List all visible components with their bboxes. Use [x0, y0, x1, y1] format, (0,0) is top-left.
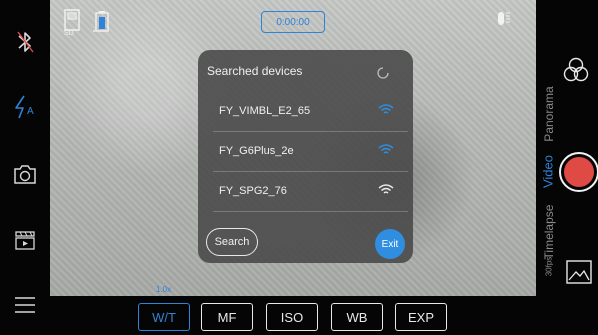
- flash-auto-icon: A: [13, 94, 37, 120]
- device-item[interactable]: FY_VIMBL_E2_65: [213, 92, 408, 132]
- right-sidebar: Panorama Video Timelapse 30fps: [536, 0, 598, 335]
- camera-app: SD 0:00:00 A Panorama Video Timelapse 30…: [0, 0, 598, 335]
- gallery-playback-icon: [13, 228, 37, 252]
- wifi-signal-icon: [378, 143, 394, 161]
- device-search-dialog: Searched devices FY_VIMBL_E2_65 FY_G6Plu…: [198, 50, 413, 263]
- mode-video[interactable]: Video: [541, 152, 556, 192]
- wt-button[interactable]: W/T: [138, 303, 190, 331]
- left-sidebar: A: [0, 0, 50, 335]
- camera-switch-icon: [13, 163, 37, 185]
- flash-mode-button[interactable]: A: [0, 92, 50, 122]
- wifi-signal-icon: [378, 103, 394, 121]
- bottom-toolbar: 1.0x W/T MF ISO WB EXP: [50, 285, 536, 335]
- bluetooth-off-button[interactable]: [0, 28, 50, 56]
- record-indicator: [564, 157, 594, 187]
- storage-label: SD: [64, 30, 74, 37]
- refresh-icon[interactable]: [375, 65, 391, 86]
- storage-icon: SD: [62, 9, 82, 37]
- record-button[interactable]: [559, 152, 598, 192]
- battery-icon: [93, 10, 113, 39]
- filters-button[interactable]: [562, 56, 590, 89]
- timelapse-interval-label: 30fps: [544, 256, 554, 277]
- device-item[interactable]: FY_SPG2_76: [213, 172, 408, 212]
- search-button[interactable]: Search: [206, 228, 258, 256]
- dialog-title: Searched devices: [207, 64, 303, 78]
- flash-auto-label: A: [27, 106, 34, 117]
- top-status-bar: SD 0:00:00: [50, 0, 536, 40]
- exit-button[interactable]: Exit: [375, 229, 405, 259]
- device-name: FY_SPG2_76: [219, 185, 287, 197]
- gallery-playback-button[interactable]: [0, 227, 50, 253]
- camera-switch-button[interactable]: [0, 161, 50, 187]
- filters-icon: [562, 57, 590, 88]
- mode-panorama[interactable]: Panorama: [542, 84, 556, 144]
- wifi-signal-icon: [378, 183, 394, 201]
- gallery-icon: [565, 260, 593, 289]
- zoom-level-label: 1.0x: [156, 285, 172, 294]
- menu-button[interactable]: [0, 294, 50, 316]
- menu-icon: [14, 296, 36, 314]
- mf-button[interactable]: MF: [201, 303, 253, 331]
- gallery-button[interactable]: [565, 259, 593, 290]
- device-name: FY_G6Plus_2e: [219, 145, 294, 157]
- microphone-icon[interactable]: [493, 9, 511, 38]
- iso-button[interactable]: ISO: [266, 303, 318, 331]
- wb-button[interactable]: WB: [331, 303, 383, 331]
- device-item[interactable]: FY_G6Plus_2e: [213, 132, 408, 172]
- device-name: FY_VIMBL_E2_65: [219, 105, 311, 117]
- exp-button[interactable]: EXP: [395, 303, 447, 331]
- bluetooth-off-icon: [14, 29, 36, 55]
- recording-timer: 0:00:00: [261, 11, 325, 33]
- recording-time-text: 0:00:00: [276, 16, 310, 28]
